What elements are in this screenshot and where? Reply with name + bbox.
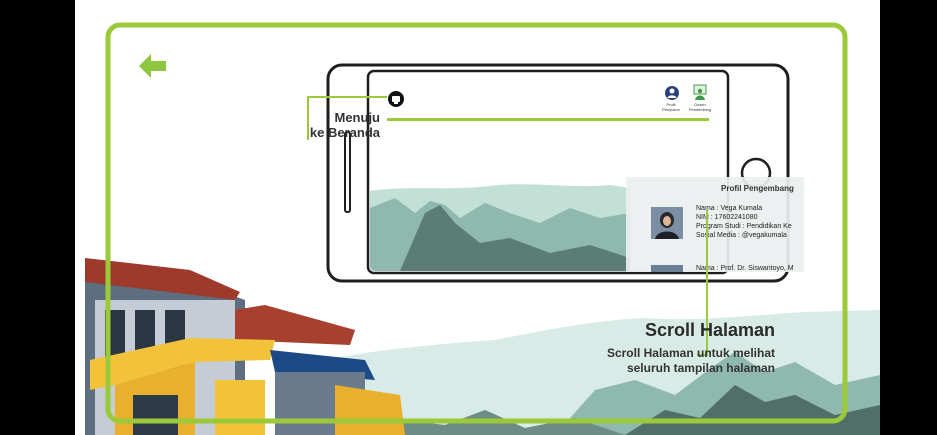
- tutorial-slide: Profil Penyusun Dosen Pembimbing Profil Pe…: [75, 0, 880, 435]
- scroll-callout-title: Scroll Halaman: [644, 320, 775, 340]
- screen: Profil Penyusun Dosen Pembimbing Profil Pe…: [0, 0, 937, 435]
- scroll-callout-description: Scroll Halaman untuk melihat seluruh tam…: [606, 346, 775, 375]
- letterbox-right: [880, 0, 937, 435]
- home-callout-label: Menuju ke Beranda: [309, 110, 380, 140]
- letterbox-left: [0, 0, 75, 435]
